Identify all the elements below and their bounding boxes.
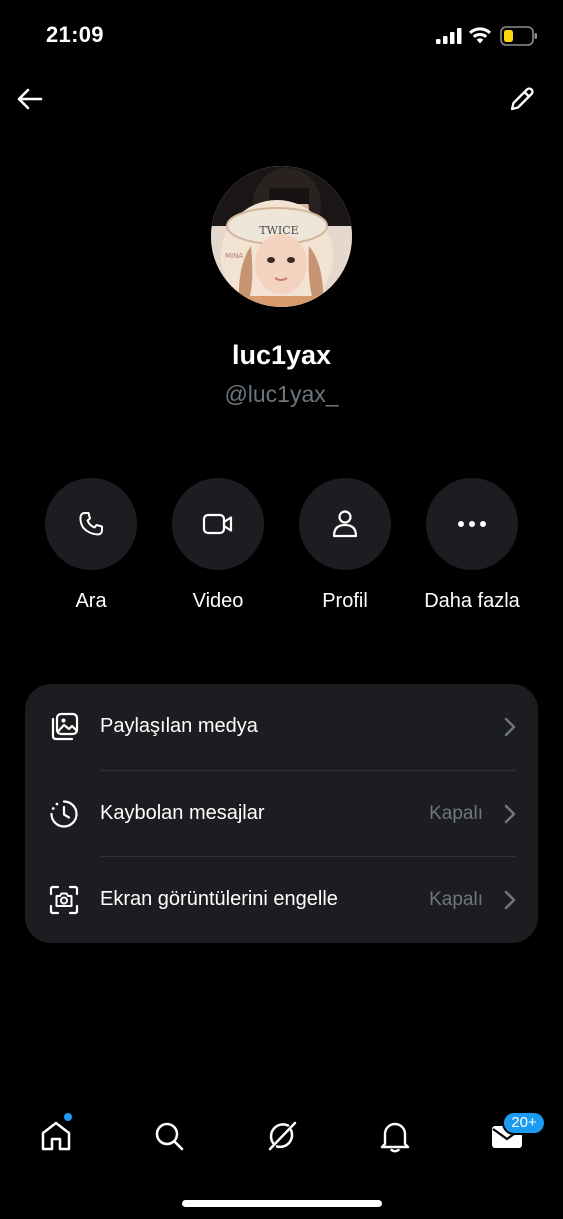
chevron-right-icon xyxy=(504,804,516,824)
more-action[interactable]: Daha fazla xyxy=(407,478,537,618)
grok-icon xyxy=(268,1121,297,1151)
shared-media-icon xyxy=(47,710,81,744)
call-action[interactable]: Ara xyxy=(26,478,156,618)
person-icon xyxy=(332,510,358,538)
home-indicator[interactable] xyxy=(182,1200,382,1207)
more-label: Daha fazla xyxy=(424,590,520,612)
block-screenshots-value: Kapalı xyxy=(429,889,483,910)
avatar[interactable]: TWICE MINA xyxy=(211,166,352,307)
avatar-member-text: MINA xyxy=(225,252,243,260)
avatar-image: TWICE MINA xyxy=(211,166,352,307)
home-icon xyxy=(41,1121,71,1151)
block-screenshots-label: Ekran görüntülerini engelle xyxy=(100,888,338,910)
video-action[interactable]: Video xyxy=(153,478,283,618)
home-notification-dot xyxy=(63,1112,73,1122)
phone-icon xyxy=(79,512,103,536)
call-button[interactable] xyxy=(45,478,137,570)
disappearing-messages-row[interactable]: Kaybolan mesajlar Kapalı xyxy=(25,771,538,857)
video-icon xyxy=(202,513,233,535)
cellular-signal-icon xyxy=(436,28,462,44)
disappearing-messages-label: Kaybolan mesajlar xyxy=(100,802,265,824)
search-icon xyxy=(155,1122,184,1151)
username: @luc1yax_ xyxy=(224,381,339,407)
shared-media-row[interactable]: Paylaşılan medya xyxy=(25,684,538,770)
status-time: 21:09 xyxy=(46,22,104,47)
nav-grok[interactable] xyxy=(258,1112,306,1160)
nav-search[interactable] xyxy=(145,1112,193,1160)
shared-media-label: Paylaşılan medya xyxy=(100,715,258,737)
wifi-icon xyxy=(469,27,491,44)
chevron-right-icon xyxy=(504,717,516,737)
video-button[interactable] xyxy=(172,478,264,570)
battery-icon xyxy=(500,26,537,46)
messages-badge: 20+ xyxy=(502,1111,546,1135)
status-bar: 21:09 xyxy=(0,0,563,70)
arrow-left-icon xyxy=(17,88,43,110)
nav-notifications[interactable] xyxy=(371,1112,419,1160)
profile-action[interactable]: Profil xyxy=(280,478,410,618)
disappearing-messages-value: Kapalı xyxy=(429,803,483,824)
nav-home[interactable] xyxy=(32,1112,80,1160)
more-icon xyxy=(458,521,486,527)
pencil-icon xyxy=(510,87,534,111)
block-screenshots-row[interactable]: Ekran görüntülerini engelle Kapalı xyxy=(25,857,538,943)
disappearing-timer-icon xyxy=(47,797,81,831)
back-button[interactable] xyxy=(12,82,46,116)
screenshot-camera-icon xyxy=(47,883,81,917)
display-name: luc1yax xyxy=(231,340,332,370)
notifications-icon xyxy=(380,1122,410,1153)
edit-button[interactable] xyxy=(505,82,539,116)
profile-button[interactable] xyxy=(299,478,391,570)
more-button[interactable] xyxy=(426,478,518,570)
chevron-right-icon xyxy=(504,890,516,910)
settings-card: Paylaşılan medya Kaybolan mesajlar Kapal… xyxy=(25,684,538,943)
bottom-nav xyxy=(0,1100,563,1170)
avatar-band-text: TWICE xyxy=(259,224,298,237)
